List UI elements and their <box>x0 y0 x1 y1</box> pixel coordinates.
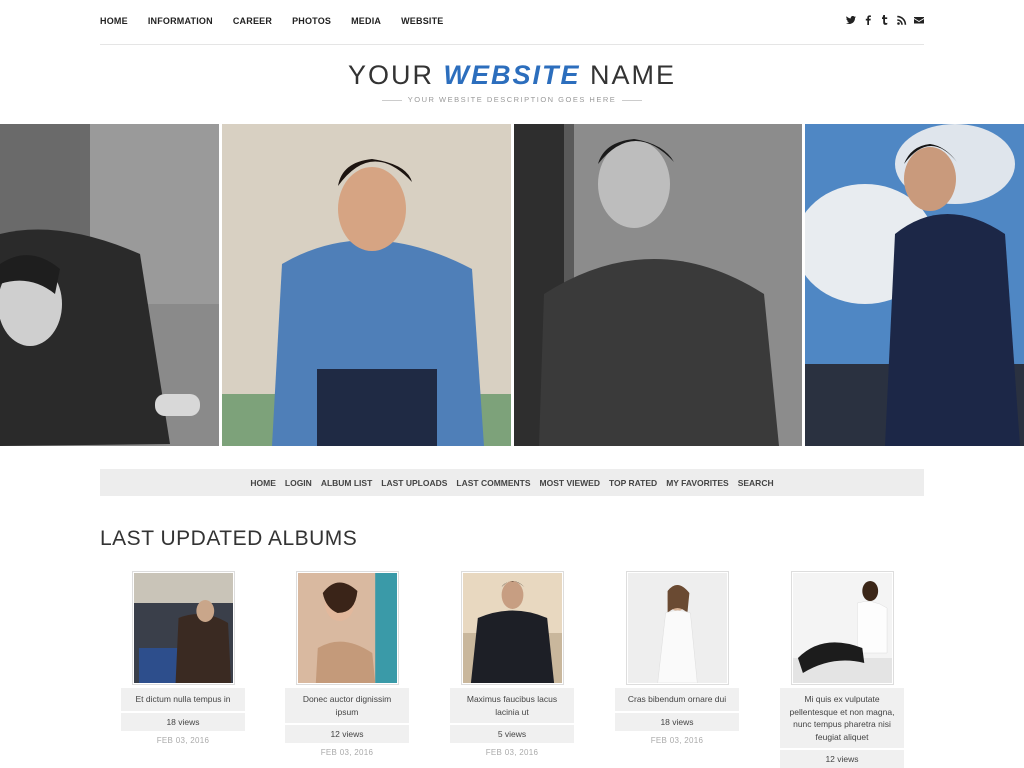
album-date: FEB 03, 2016 <box>650 735 704 745</box>
album-title[interactable]: Cras bibendum ornare dui <box>615 688 739 711</box>
tumblr-icon[interactable] <box>880 14 890 26</box>
album-title[interactable]: Mi quis ex vulputate pellentesque et non… <box>780 688 904 748</box>
album-views: 18 views <box>615 712 739 731</box>
subnav-last-comments[interactable]: LAST COMMENTS <box>456 478 530 488</box>
album-views: 12 views <box>285 725 409 743</box>
hero-photo-2[interactable] <box>222 124 511 446</box>
subnav-last-uploads[interactable]: LAST UPLOADS <box>381 478 447 488</box>
album-views: 5 views <box>450 725 574 743</box>
nav-home[interactable]: HOME <box>100 16 128 26</box>
divider <box>622 99 643 101</box>
site-title-accent: WEBSITE <box>443 60 581 90</box>
album-thumbnail[interactable] <box>460 571 564 685</box>
section-title: LAST UPDATED ALBUMS <box>100 527 358 550</box>
nav-photos[interactable]: PHOTOS <box>292 16 331 26</box>
album-thumbnail[interactable] <box>625 571 729 685</box>
album-title[interactable]: Maximus faucibus lacus lacinia ut <box>450 688 574 723</box>
hero-photo-1[interactable] <box>0 124 219 446</box>
album-title[interactable]: Et dictum nulla tempus in <box>121 688 245 711</box>
twitter-icon[interactable] <box>846 14 856 26</box>
album-card: Maximus faucibus lacus lacinia ut 5 view… <box>450 571 574 757</box>
album-card: Mi quis ex vulputate pellentesque et non… <box>780 571 904 768</box>
top-navigation-bar: HOME INFORMATION CAREER PHOTOS MEDIA WEB… <box>100 0 924 45</box>
rss-icon[interactable] <box>897 14 907 26</box>
site-description: YOUR WEBSITE DESCRIPTION GOES HERE <box>0 95 1024 104</box>
album-date: FEB 03, 2016 <box>156 735 210 745</box>
subnav-home[interactable]: HOME <box>250 478 276 488</box>
album-card: Et dictum nulla tempus in 18 views FEB 0… <box>121 571 245 745</box>
subnav-album-list[interactable]: ALBUM LIST <box>321 478 372 488</box>
album-card: Donec auctor dignissim ipsum 12 views FE… <box>285 571 409 757</box>
album-thumbnail[interactable] <box>790 571 894 685</box>
social-links <box>846 14 924 26</box>
album-date: FEB 03, 2016 <box>485 748 539 757</box>
album-card: Cras bibendum ornare dui 18 views FEB 03… <box>615 571 739 745</box>
hero-photo-3[interactable] <box>514 124 802 446</box>
nav-media[interactable]: MEDIA <box>351 16 381 26</box>
subnav-search[interactable]: SEARCH <box>738 478 774 488</box>
email-icon[interactable] <box>914 14 924 26</box>
site-title-prefix: YOUR <box>347 60 434 90</box>
nav-information[interactable]: INFORMATION <box>148 16 213 26</box>
main-menu: HOME INFORMATION CAREER PHOTOS MEDIA WEB… <box>100 16 464 26</box>
album-thumbnail[interactable] <box>131 571 235 685</box>
album-title[interactable]: Donec auctor dignissim ipsum <box>285 688 409 723</box>
album-date: FEB 03, 2016 <box>320 748 374 757</box>
subnav-login[interactable]: LOGIN <box>285 478 312 488</box>
subnav-top-rated[interactable]: TOP RATED <box>609 478 657 488</box>
nav-career[interactable]: CAREER <box>233 16 272 26</box>
divider <box>381 99 402 101</box>
nav-website[interactable]: WEBSITE <box>401 16 443 26</box>
site-title[interactable]: YOUR WEBSITE NAME <box>0 60 1024 91</box>
site-description-text: YOUR WEBSITE DESCRIPTION GOES HERE <box>407 95 617 104</box>
facebook-icon[interactable] <box>863 14 873 26</box>
subnav-most-viewed[interactable]: MOST VIEWED <box>540 478 600 488</box>
album-thumbnail[interactable] <box>295 571 399 685</box>
site-title-suffix: NAME <box>590 60 677 90</box>
hero-gallery <box>0 124 1024 446</box>
subnav-my-favorites[interactable]: MY FAVORITES <box>666 478 729 488</box>
album-views: 12 views <box>780 750 904 768</box>
hero-photo-4[interactable] <box>805 124 1024 446</box>
gallery-menu: HOME LOGIN ALBUM LIST LAST UPLOADS LAST … <box>100 469 924 496</box>
album-views: 18 views <box>121 712 245 731</box>
